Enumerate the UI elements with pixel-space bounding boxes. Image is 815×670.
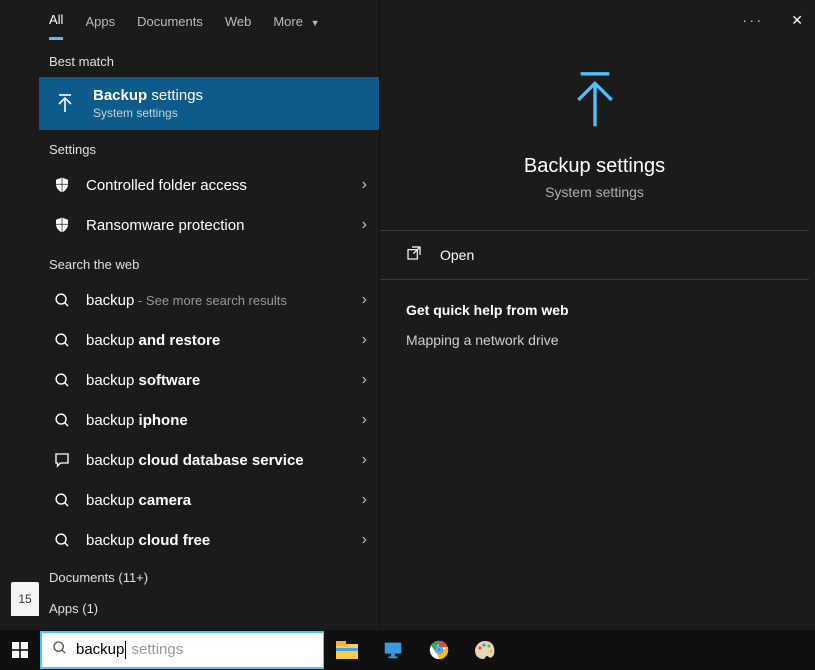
scope-tabs: All Apps Documents Web More ▼ ··· ✕ — [39, 0, 379, 42]
chevron-right-icon: › — [362, 371, 367, 389]
search-icon — [51, 289, 73, 311]
taskbar-edge[interactable] — [370, 630, 416, 670]
best-match-subtitle: System settings — [93, 106, 203, 120]
detail-title: Backup settings — [524, 155, 665, 178]
tab-web[interactable]: Web — [225, 14, 252, 39]
chevron-right-icon: › — [362, 176, 367, 194]
palette-icon — [473, 639, 497, 661]
close-icon[interactable]: ✕ — [791, 12, 803, 29]
search-icon — [51, 529, 73, 551]
chevron-down-icon: ▼ — [311, 18, 320, 28]
search-icon — [51, 409, 73, 431]
section-settings: Settings — [39, 130, 379, 165]
more-options-icon[interactable]: ··· — [742, 12, 763, 29]
detail-subtitle: System settings — [545, 184, 644, 200]
search-icon — [51, 369, 73, 391]
quick-help-title: Get quick help from web — [406, 302, 783, 318]
chevron-right-icon: › — [362, 411, 367, 429]
web-suggestion[interactable]: backup cloud database service› — [39, 440, 379, 480]
section-apps[interactable]: Apps (1) — [39, 591, 379, 622]
settings-item-ransomware[interactable]: Ransomware protection › — [39, 205, 379, 245]
web-suggestion[interactable]: backup cloud free› — [39, 520, 379, 560]
windows-icon — [12, 642, 28, 658]
quick-help-item[interactable]: Mapping a network drive — [406, 332, 783, 348]
section-best-match: Best match — [39, 42, 379, 77]
tab-all[interactable]: All — [49, 12, 63, 40]
chevron-right-icon: › — [362, 491, 367, 509]
settings-item-controlled-folder[interactable]: Controlled folder access › — [39, 165, 379, 205]
open-icon — [406, 245, 422, 265]
tab-more[interactable]: More ▼ — [273, 14, 319, 39]
backup-icon — [560, 65, 630, 135]
section-search-web: Search the web — [39, 245, 379, 280]
shield-icon — [51, 174, 73, 196]
detail-pane: Backup settings System settings Open Get… — [379, 0, 809, 630]
shield-icon — [51, 214, 73, 236]
web-suggestion[interactable]: backup camera› — [39, 480, 379, 520]
web-suggestion[interactable]: backup software› — [39, 360, 379, 400]
section-documents[interactable]: Documents (11+) — [39, 560, 379, 591]
web-suggestion[interactable]: backup iphone› — [39, 400, 379, 440]
results-column: All Apps Documents Web More ▼ ··· ✕ Best… — [39, 0, 379, 630]
chevron-right-icon: › — [362, 331, 367, 349]
chat-icon — [51, 449, 73, 471]
search-typed: backup — [76, 641, 124, 658]
search-icon — [51, 489, 73, 511]
chrome-icon — [428, 639, 450, 661]
notification-tab[interactable]: 15 — [11, 582, 39, 616]
taskbar: backup settings — [0, 630, 815, 670]
taskbar-paint[interactable] — [462, 630, 508, 670]
search-results-panel: All Apps Documents Web More ▼ ··· ✕ Best… — [39, 0, 809, 630]
search-icon — [52, 640, 68, 661]
chevron-right-icon: › — [362, 451, 367, 469]
chevron-right-icon: › — [362, 291, 367, 309]
chevron-right-icon: › — [362, 216, 367, 234]
monitor-icon — [382, 639, 404, 661]
taskbar-chrome[interactable] — [416, 630, 462, 670]
tab-documents[interactable]: Documents — [137, 14, 203, 39]
notif-count: 15 — [18, 592, 31, 606]
chevron-right-icon: › — [362, 531, 367, 549]
start-button[interactable] — [0, 630, 40, 670]
search-icon — [51, 329, 73, 351]
tab-apps[interactable]: Apps — [85, 14, 115, 39]
search-hint: settings — [127, 641, 183, 658]
backup-icon — [51, 90, 79, 118]
taskbar-explorer[interactable] — [324, 630, 370, 670]
best-match-title: Backup settings — [93, 87, 203, 104]
folder-icon — [335, 640, 359, 660]
best-match-item[interactable]: Backup settings System settings — [39, 77, 379, 130]
taskbar-search[interactable]: backup settings — [40, 631, 324, 669]
web-suggestion[interactable]: backup and restore› — [39, 320, 379, 360]
web-suggestion[interactable]: backup - See more search results› — [39, 280, 379, 320]
open-button[interactable]: Open — [380, 230, 809, 279]
